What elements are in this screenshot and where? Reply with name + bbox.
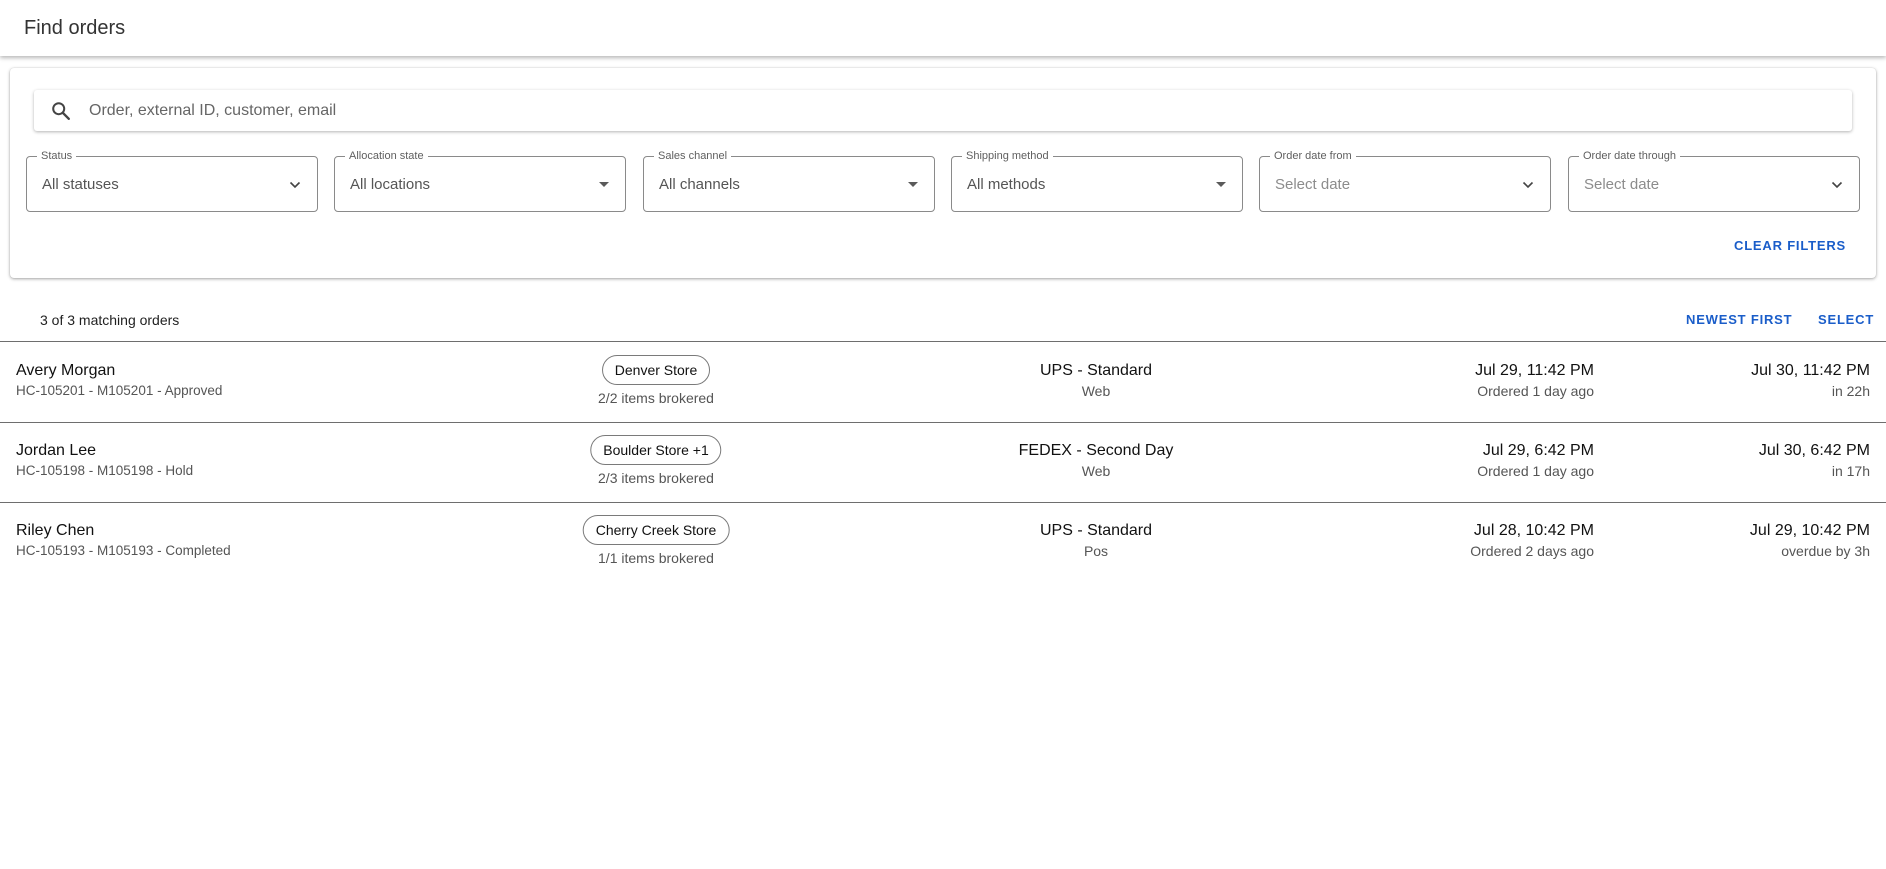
order-meta: HC-105201 - M105201 - Approved — [16, 383, 223, 398]
due-date: Jul 30, 11:42 PM — [1751, 362, 1870, 379]
filter-value: Select date — [1584, 176, 1660, 193]
sales-channel: Pos — [1083, 543, 1109, 559]
shipping-method: FEDEX - Second Day — [1018, 442, 1174, 459]
order-due-cell: Jul 29, 10:42 PM overdue by 3h — [1750, 521, 1870, 560]
filter-value: All statuses — [42, 176, 119, 193]
filter-label: Status — [37, 150, 77, 163]
filter-status[interactable]: Status All statuses — [26, 150, 318, 212]
filter-order-date-from[interactable]: Order date from Select date — [1259, 150, 1551, 212]
sort-button[interactable]: NEWEST FIRST — [1686, 312, 1792, 327]
customer-name: Avery Morgan — [16, 362, 116, 379]
table-row[interactable]: Avery Morgan HC-105201 - M105201 - Approv… — [0, 343, 1886, 423]
filter-panel: Status All statuses Allocation state All lo… — [10, 68, 1876, 278]
ordered-date: Jul 29, 6:42 PM — [1482, 442, 1594, 459]
filter-order-date-through[interactable]: Order date through Select date — [1568, 150, 1860, 212]
filter-allocation-state[interactable]: Allocation state All locations — [334, 150, 626, 212]
customer-name: Jordan Lee — [16, 442, 97, 459]
filter-label: Order date through — [1579, 150, 1680, 163]
filter-value: All locations — [350, 176, 431, 193]
chevron-down-icon — [1831, 181, 1843, 189]
chevron-down-icon — [289, 181, 301, 189]
chevron-down-icon — [1522, 181, 1534, 189]
order-store-cell: Denver Store 2/2 items brokered — [598, 355, 714, 406]
filter-value: All methods — [967, 176, 1046, 193]
store-chip[interactable]: Cherry Creek Store — [582, 515, 730, 545]
due-date: Jul 29, 10:42 PM — [1749, 522, 1870, 539]
page-title: Find orders — [24, 17, 126, 39]
ordered-date: Jul 29, 11:42 PM — [1475, 362, 1594, 379]
order-customer-cell: Avery Morgan HC-105201 - M105201 - Approv… — [16, 361, 222, 400]
order-customer-cell: Jordan Lee HC-105198 - M105198 - Hold — [16, 441, 193, 480]
search-icon — [52, 102, 70, 120]
order-shipping-cell: FEDEX - Second Day Web — [1019, 441, 1174, 480]
due-status: in 17h — [1831, 463, 1870, 479]
caret-down-icon — [599, 182, 609, 187]
filter-label: Order date from — [1270, 150, 1356, 163]
ordered-ago: Ordered 2 days ago — [1470, 543, 1594, 559]
clear-filters-button[interactable]: CLEAR FILTERS — [1734, 238, 1846, 253]
shipping-method: UPS - Standard — [1039, 362, 1153, 379]
order-meta: HC-105193 - M105193 - Completed — [16, 543, 231, 558]
order-customer-cell: Riley Chen HC-105193 - M105193 - Complete… — [16, 521, 231, 560]
order-due-cell: Jul 30, 11:42 PM in 22h — [1751, 361, 1870, 400]
order-store-cell: Cherry Creek Store 1/1 items brokered — [582, 515, 730, 566]
filter-value: All channels — [659, 176, 740, 193]
caret-down-icon — [908, 182, 918, 187]
table-row[interactable]: Riley Chen HC-105193 - M105193 - Complete… — [0, 503, 1886, 583]
select-button[interactable]: SELECT — [1818, 312, 1874, 327]
search-bar[interactable] — [34, 90, 1852, 131]
brokered-count: 1/1 items brokered — [598, 550, 714, 566]
sales-channel: Web — [1081, 383, 1111, 399]
order-shipping-cell: UPS - Standard Pos — [1040, 521, 1152, 560]
app-bar: Find orders — [0, 0, 1886, 56]
ordered-ago: Ordered 1 day ago — [1477, 383, 1594, 399]
results-header: 3 of 3 matching orders NEWEST FIRST SELE… — [0, 300, 1886, 342]
filter-sales-channel[interactable]: Sales channel All channels — [643, 150, 935, 212]
brokered-count: 2/3 items brokered — [598, 470, 714, 486]
filter-label: Sales channel — [654, 150, 732, 163]
ordered-ago: Ordered 1 day ago — [1477, 463, 1594, 479]
ordered-date: Jul 28, 10:42 PM — [1473, 522, 1594, 539]
customer-name: Riley Chen — [16, 522, 95, 539]
caret-down-icon — [1216, 182, 1226, 187]
results-count: 3 of 3 matching orders — [40, 312, 180, 328]
order-shipping-cell: UPS - Standard Web — [1040, 361, 1152, 400]
filter-shipping-method[interactable]: Shipping method All methods — [951, 150, 1243, 212]
sales-channel: Web — [1081, 463, 1111, 479]
table-row[interactable]: Jordan Lee HC-105198 - M105198 - Hold Boul… — [0, 423, 1886, 503]
order-meta: HC-105198 - M105198 - Hold — [16, 463, 194, 478]
order-due-cell: Jul 30, 6:42 PM in 17h — [1759, 441, 1870, 480]
due-status: in 22h — [1831, 383, 1870, 399]
search-input[interactable] — [89, 90, 1829, 131]
filter-value: Select date — [1275, 176, 1351, 193]
order-store-cell: Boulder Store +1 2/3 items brokered — [590, 435, 722, 486]
shipping-method: UPS - Standard — [1039, 522, 1153, 539]
store-chip[interactable]: Boulder Store +1 — [590, 435, 722, 465]
store-chip[interactable]: Denver Store — [601, 355, 711, 385]
due-date: Jul 30, 6:42 PM — [1758, 442, 1870, 459]
filter-label: Allocation state — [345, 150, 428, 163]
brokered-count: 2/2 items brokered — [598, 390, 714, 406]
due-status: overdue by 3h — [1781, 543, 1870, 559]
filter-label: Shipping method — [962, 150, 1053, 163]
